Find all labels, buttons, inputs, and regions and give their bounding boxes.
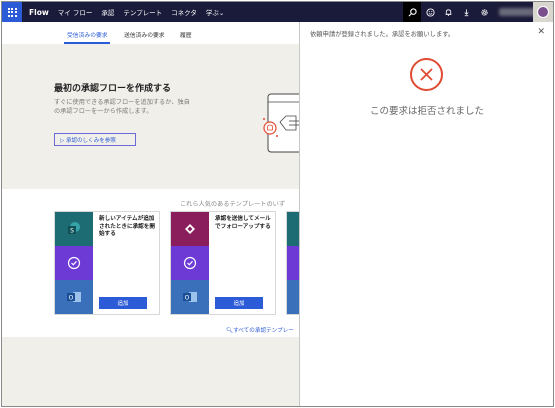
tab-sent[interactable]: 送信済みの要求 (124, 30, 165, 39)
add-template-button[interactable]: 追加 (215, 297, 263, 309)
flow-icon (171, 212, 209, 246)
nav-learn[interactable]: 学ぶ⌄ (206, 7, 224, 17)
approval-illustration (263, 93, 299, 153)
empty-state-hero: 最初の承認フローを作成する すぐに使用できる承認フローを追加するか、独自の承認フ… (2, 44, 299, 189)
gear-icon[interactable] (475, 2, 493, 22)
outlook-icon: O (55, 280, 93, 314)
learn-approvals-link[interactable]: ▷ 承認のしくみを参照 (54, 133, 136, 146)
nav-my-flows[interactable]: マイ フロー (58, 7, 93, 17)
hero-description: すぐに使用できる承認フローを追加するか、独自の承認フローを一から作成します。 (54, 99, 190, 115)
reject-x-icon (410, 58, 443, 91)
approval-tabs: 受信済みの要求 送信済みの要求 履歴 (2, 22, 299, 44)
svg-text:O: O (185, 295, 190, 302)
avatar[interactable] (533, 2, 553, 22)
nav-connectors[interactable]: コネクタ (171, 7, 197, 17)
see-all-label: すべての承認テンプレー (233, 328, 294, 334)
top-nav: Flow マイ フロー 承認 テンプレート コネクタ 学ぶ⌄ (2, 2, 553, 22)
smiley-icon[interactable] (421, 2, 439, 22)
rejected-status-text: この要求は拒否されました (369, 106, 484, 117)
account-name-redacted (499, 8, 537, 16)
templates-section: これら人気のあるテンプレートのいず S O 新しいアイテムが追加されたときに承認… (2, 189, 300, 337)
nav-learn-label: 学ぶ (205, 9, 219, 17)
svg-text:O: O (69, 295, 74, 302)
search-icon[interactable] (403, 2, 421, 22)
download-icon[interactable] (457, 2, 475, 22)
tab-history[interactable]: 履歴 (180, 30, 192, 39)
chevron-down-icon: ⌄ (218, 9, 225, 17)
hero-title: 最初の承認フローを作成する (54, 84, 172, 94)
template-card[interactable]: O 承認を送信してメールでフォローアップする 追加 (170, 211, 276, 315)
svg-text:S: S (70, 228, 74, 235)
page-footer-area (2, 337, 299, 406)
template-card[interactable]: S O 新しいアイテムが追加されたときに承認を開始する 追加 (54, 211, 160, 315)
add-template-button[interactable]: 追加 (99, 297, 147, 309)
bell-icon[interactable] (439, 2, 457, 22)
see-all-templates-link[interactable]: 🔍︎すべての承認テンプレー (226, 326, 294, 334)
close-icon[interactable]: ✕ (537, 27, 545, 37)
outlook-icon: O (171, 280, 209, 314)
sharepoint-icon: S (55, 212, 93, 246)
brand-logo[interactable]: Flow (29, 8, 49, 17)
approvals-icon (55, 246, 93, 280)
template-card-partial[interactable] (286, 211, 300, 315)
approvals-icon (171, 246, 209, 280)
template-title: 新しいアイテムが追加されたときに承認を開始する (99, 216, 155, 238)
tab-received[interactable]: 受信済みの要求 (67, 30, 108, 39)
request-message: 依頼申請が登録されました。承認をお願いします。 (310, 31, 455, 38)
request-detail-panel: 依頼申請が登録されました。承認をお願いします。 ✕ この要求は拒否されました (299, 22, 553, 406)
nav-approvals[interactable]: 承認 (101, 7, 114, 17)
waffle-icon[interactable] (2, 2, 22, 22)
template-title: 承認を送信してメールでフォローアップする (215, 216, 271, 230)
templates-heading: これら人気のあるテンプレートのいず (180, 201, 286, 208)
nav-templates[interactable]: テンプレート (123, 7, 162, 17)
app-window: Flow マイ フロー 承認 テンプレート コネクタ 学ぶ⌄ 受信済みの要求 送… (1, 1, 554, 407)
